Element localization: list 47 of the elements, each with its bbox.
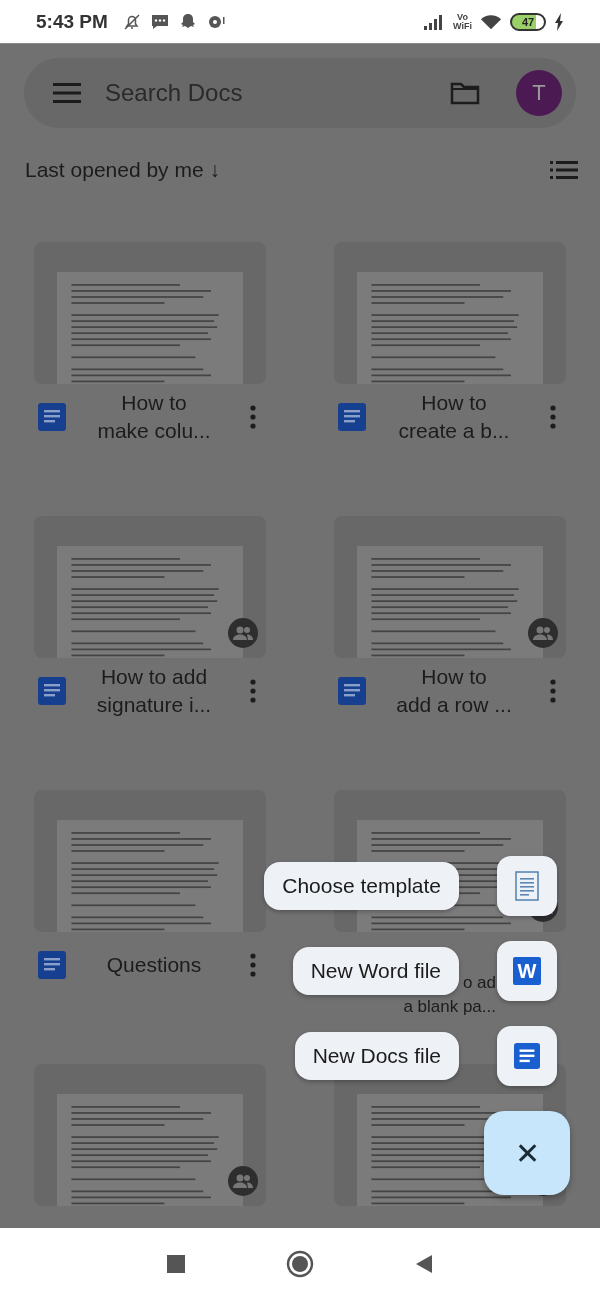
more-options-icon[interactable] xyxy=(550,679,556,703)
document-thumbnail[interactable] xyxy=(34,790,266,932)
wifi-icon xyxy=(480,12,502,31)
document-thumbnail[interactable] xyxy=(334,516,566,658)
charging-icon xyxy=(554,12,564,31)
search-field[interactable]: Search Docs T xyxy=(24,58,576,128)
vowifi-label: Vo WiFi xyxy=(453,12,472,31)
menu-option-button[interactable] xyxy=(497,1026,557,1086)
word-file-icon: W xyxy=(513,957,541,985)
back-icon[interactable] xyxy=(414,1254,434,1274)
document-title[interactable]: How to add signature i... xyxy=(66,663,242,719)
document-title[interactable]: a blank pa... xyxy=(403,995,496,1019)
status-time: 5:43 PM xyxy=(36,10,108,33)
close-button[interactable]: ✕ xyxy=(484,1111,570,1195)
docs-file-icon xyxy=(338,677,366,705)
docs-file-icon xyxy=(38,677,66,705)
battery-indicator: 47 xyxy=(510,12,546,31)
list-view-icon[interactable] xyxy=(550,160,578,180)
docs-file-icon xyxy=(38,403,66,431)
more-options-icon[interactable] xyxy=(250,405,256,429)
document-thumbnail[interactable] xyxy=(334,242,566,384)
menu-option-button[interactable] xyxy=(497,856,557,916)
document-title[interactable]: How to make colu... xyxy=(66,389,242,445)
document-thumbnail[interactable] xyxy=(34,516,266,658)
docs-file-icon xyxy=(514,1041,540,1071)
document-thumbnail[interactable] xyxy=(34,242,266,384)
sort-button[interactable]: Last opened by me ↓ xyxy=(25,158,220,182)
menu-icon[interactable] xyxy=(53,82,81,104)
recents-icon[interactable] xyxy=(166,1254,186,1274)
more-options-icon[interactable] xyxy=(250,679,256,703)
docs-file-icon xyxy=(338,403,366,431)
menu-option-label[interactable]: New Docs file xyxy=(294,1032,459,1080)
document-title[interactable]: Questions xyxy=(66,951,242,979)
document-title[interactable]: o ad xyxy=(462,971,496,995)
folder-icon[interactable] xyxy=(450,81,480,105)
document-title[interactable]: How to add a row ... xyxy=(366,663,542,719)
template-icon xyxy=(514,871,540,901)
menu-option-label[interactable]: Choose template xyxy=(264,862,459,910)
more-options-icon[interactable] xyxy=(550,405,556,429)
menu-option-button[interactable]: W xyxy=(497,941,557,1001)
document-title[interactable]: How to create a b... xyxy=(366,389,542,445)
more-options-icon[interactable] xyxy=(250,953,256,977)
document-thumbnail[interactable] xyxy=(34,1064,266,1206)
docs-file-icon xyxy=(38,951,66,979)
menu-option-label[interactable]: New Word file xyxy=(292,947,459,995)
account-avatar[interactable]: T xyxy=(516,70,562,116)
home-icon[interactable] xyxy=(286,1250,314,1278)
